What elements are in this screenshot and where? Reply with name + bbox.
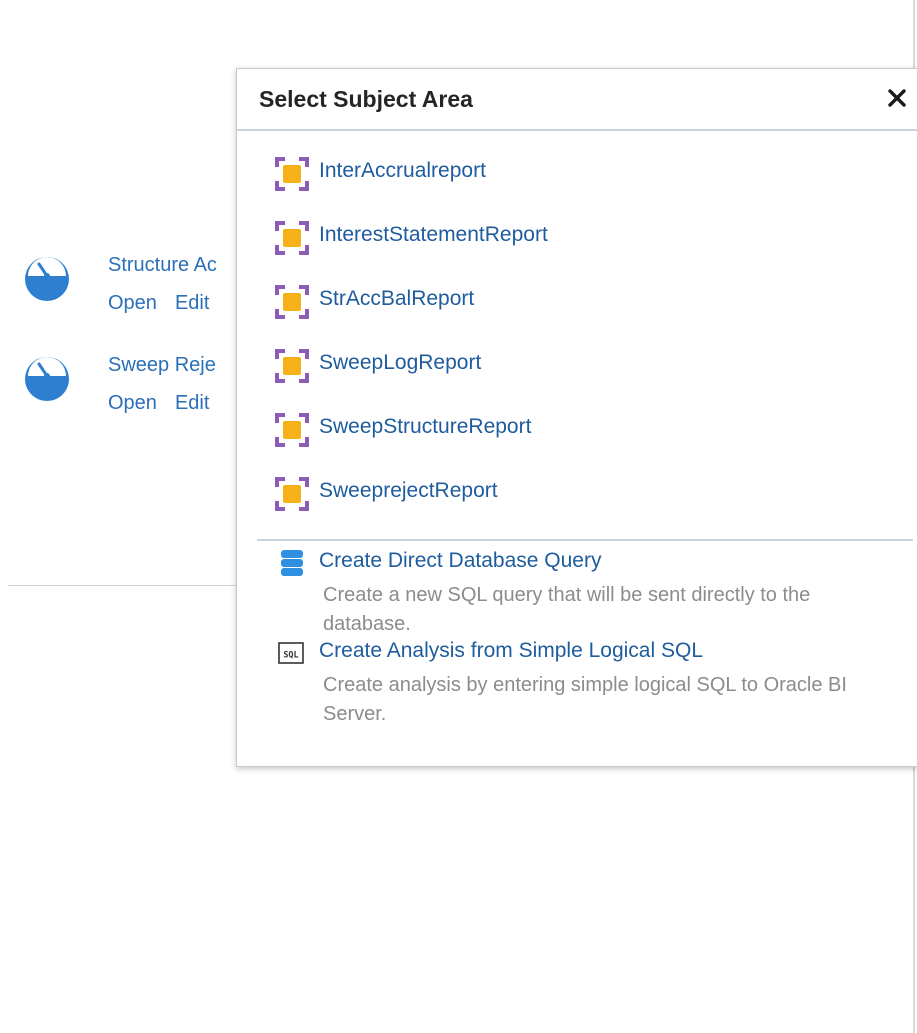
dialog-title: Select Subject Area (259, 86, 473, 112)
subject-area-item[interactable]: InterestStatementReport (275, 219, 875, 259)
select-subject-area-dialog: Select Subject Area InterAccrualreport I… (236, 68, 917, 767)
recent-item-title[interactable]: Sweep Reje (108, 354, 216, 377)
dialog-divider (257, 539, 913, 541)
subject-area-item[interactable]: SweepStructureReport (275, 411, 875, 451)
svg-text:SQL: SQL (283, 651, 298, 661)
subject-area-label: InterestStatementReport (319, 223, 548, 246)
database-icon (281, 550, 303, 576)
dialog-header: Select Subject Area (237, 69, 917, 131)
edit-link[interactable]: Edit (175, 292, 209, 314)
recent-item-actions: Open Edit (108, 392, 209, 415)
create-analysis-from-logical-sql-option: SQL Create Analysis from Simple Logical … (277, 637, 897, 737)
dashboard-gauge-icon (25, 257, 69, 301)
subject-area-label: StrAccBalReport (319, 287, 475, 310)
open-link[interactable]: Open (108, 292, 157, 314)
subject-area-label: SweeprejectReport (319, 479, 498, 502)
subject-area-icon (275, 157, 309, 191)
open-link[interactable]: Open (108, 392, 157, 414)
subject-area-item[interactable]: InterAccrualreport (275, 155, 875, 195)
sql-icon: SQL (278, 642, 304, 664)
edit-link[interactable]: Edit (175, 392, 209, 414)
dashboard-gauge-icon (25, 357, 69, 401)
action-description: Create a new SQL query that will be sent… (323, 584, 811, 635)
subject-area-icon (275, 349, 309, 383)
section-divider (8, 585, 248, 586)
subject-area-icon (275, 285, 309, 319)
recent-item-actions: Open Edit (108, 292, 209, 315)
create-direct-database-query-option: Create Direct Database Query Create a ne… (277, 547, 897, 639)
recent-item: Structure Ac Open Edit (24, 254, 244, 318)
subject-area-label: InterAccrualreport (319, 159, 486, 182)
subject-area-label: SweepStructureReport (319, 415, 532, 438)
subject-area-label: SweepLogReport (319, 351, 482, 374)
subject-area-item[interactable]: StrAccBalReport (275, 283, 875, 323)
close-button[interactable] (882, 83, 912, 113)
close-icon (888, 89, 906, 107)
subject-area-icon (275, 221, 309, 255)
action-description: Create analysis by entering simple logic… (323, 674, 847, 725)
create-analysis-from-logical-sql-link[interactable]: Create Analysis from Simple Logical SQL (319, 639, 703, 663)
subject-area-icon (275, 413, 309, 447)
recent-item-title[interactable]: Structure Ac (108, 254, 217, 277)
subject-area-item[interactable]: SweeprejectReport (275, 475, 875, 515)
recent-item: Sweep Reje Open Edit (24, 354, 244, 418)
subject-area-icon (275, 477, 309, 511)
subject-area-item[interactable]: SweepLogReport (275, 347, 875, 387)
create-direct-database-query-link[interactable]: Create Direct Database Query (319, 549, 601, 573)
